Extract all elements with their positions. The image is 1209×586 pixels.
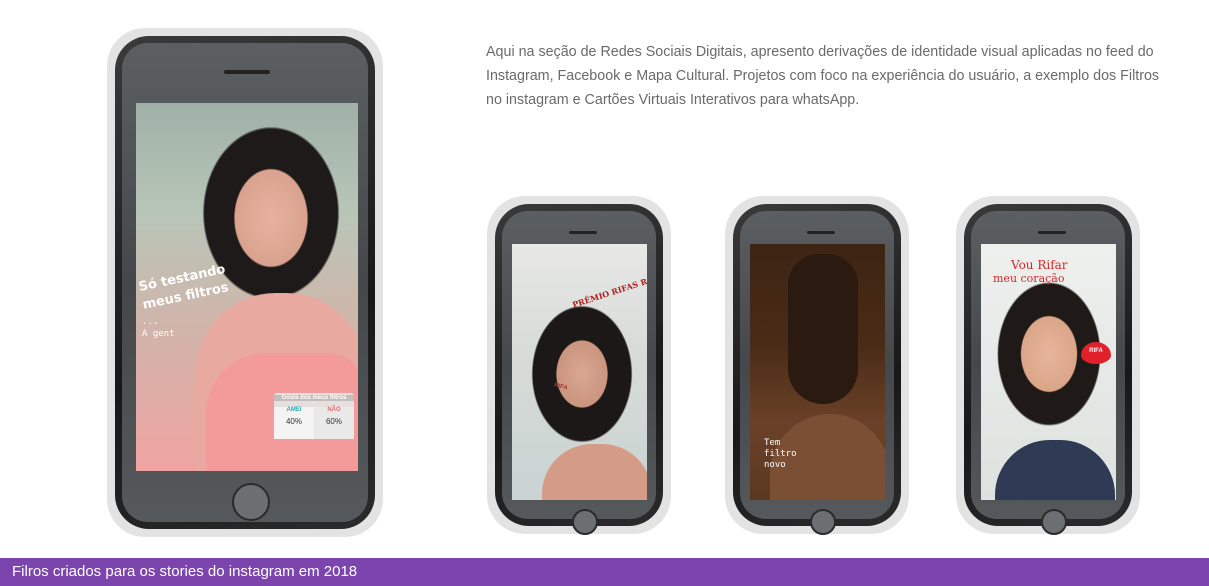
caption-text: Filros criados para os stories do instag… <box>12 563 358 580</box>
story-text-line2: filtro <box>764 449 797 459</box>
home-button <box>810 509 836 535</box>
poll-option-a-pct: 40% <box>285 417 302 426</box>
poll-option-a: AMEI 40% <box>274 407 314 439</box>
story-text-line2: meu coração <box>993 272 1065 285</box>
poll-question: Gosta dos meus filtros <box>274 395 354 401</box>
shoulder-shape <box>542 444 647 500</box>
heart-sticker-text: RIFA <box>1089 348 1103 354</box>
home-button <box>1041 509 1067 535</box>
speaker-grille <box>1038 231 1066 234</box>
phone-mockup-3: Tem filtro novo <box>725 196 909 535</box>
intro-paragraph: Aqui na seção de Redes Sociais Digitais,… <box>486 44 1160 108</box>
speaker-grille <box>224 70 270 74</box>
story-typing-text: A gent <box>142 329 175 339</box>
cheek-text: RIFA <box>553 382 569 392</box>
shoulder-shape <box>995 440 1115 500</box>
face-shape <box>788 254 858 404</box>
heart-sticker: RIFA <box>1081 342 1111 364</box>
poll-option-b: NÃO 60% <box>314 407 354 439</box>
story-text-line1: Tem <box>764 438 781 448</box>
poll-option-a-label: AMEI <box>286 407 302 413</box>
poll-option-b-pct: 60% <box>325 417 342 426</box>
story-text-line1: Vou Rifar <box>1011 258 1068 272</box>
home-button <box>232 483 270 521</box>
speaker-grille <box>569 231 597 234</box>
caption-bar: Filros criados para os stories do instag… <box>0 558 1209 586</box>
story-dots: ... <box>142 317 159 327</box>
poll-sticker: Gosta dos meus filtros AMEI 40% NÃO 60% <box>274 393 354 439</box>
story-text-line3: novo <box>764 460 786 470</box>
story-screen-4: Vou Rifar meu coração RIFA <box>981 244 1116 500</box>
story-screen-1: Só testando meus filtros ... A gent Gost… <box>136 103 358 471</box>
speaker-grille <box>807 231 835 234</box>
phone-mockup-2: PRÊMIO RIFAS R$2,00 RIFA <box>487 196 671 535</box>
story-screen-2: PRÊMIO RIFAS R$2,00 RIFA <box>512 244 647 500</box>
home-button <box>572 509 598 535</box>
sticker-rifas: PRÊMIO RIFAS R$2,00 <box>570 268 647 310</box>
story-screen-3: Tem filtro novo <box>750 244 885 500</box>
poll-option-b-label: NÃO <box>327 407 341 413</box>
phone-mockup-1: Só testando meus filtros ... A gent Gost… <box>107 28 383 537</box>
phone-mockup-4: Vou Rifar meu coração RIFA <box>956 196 1140 535</box>
